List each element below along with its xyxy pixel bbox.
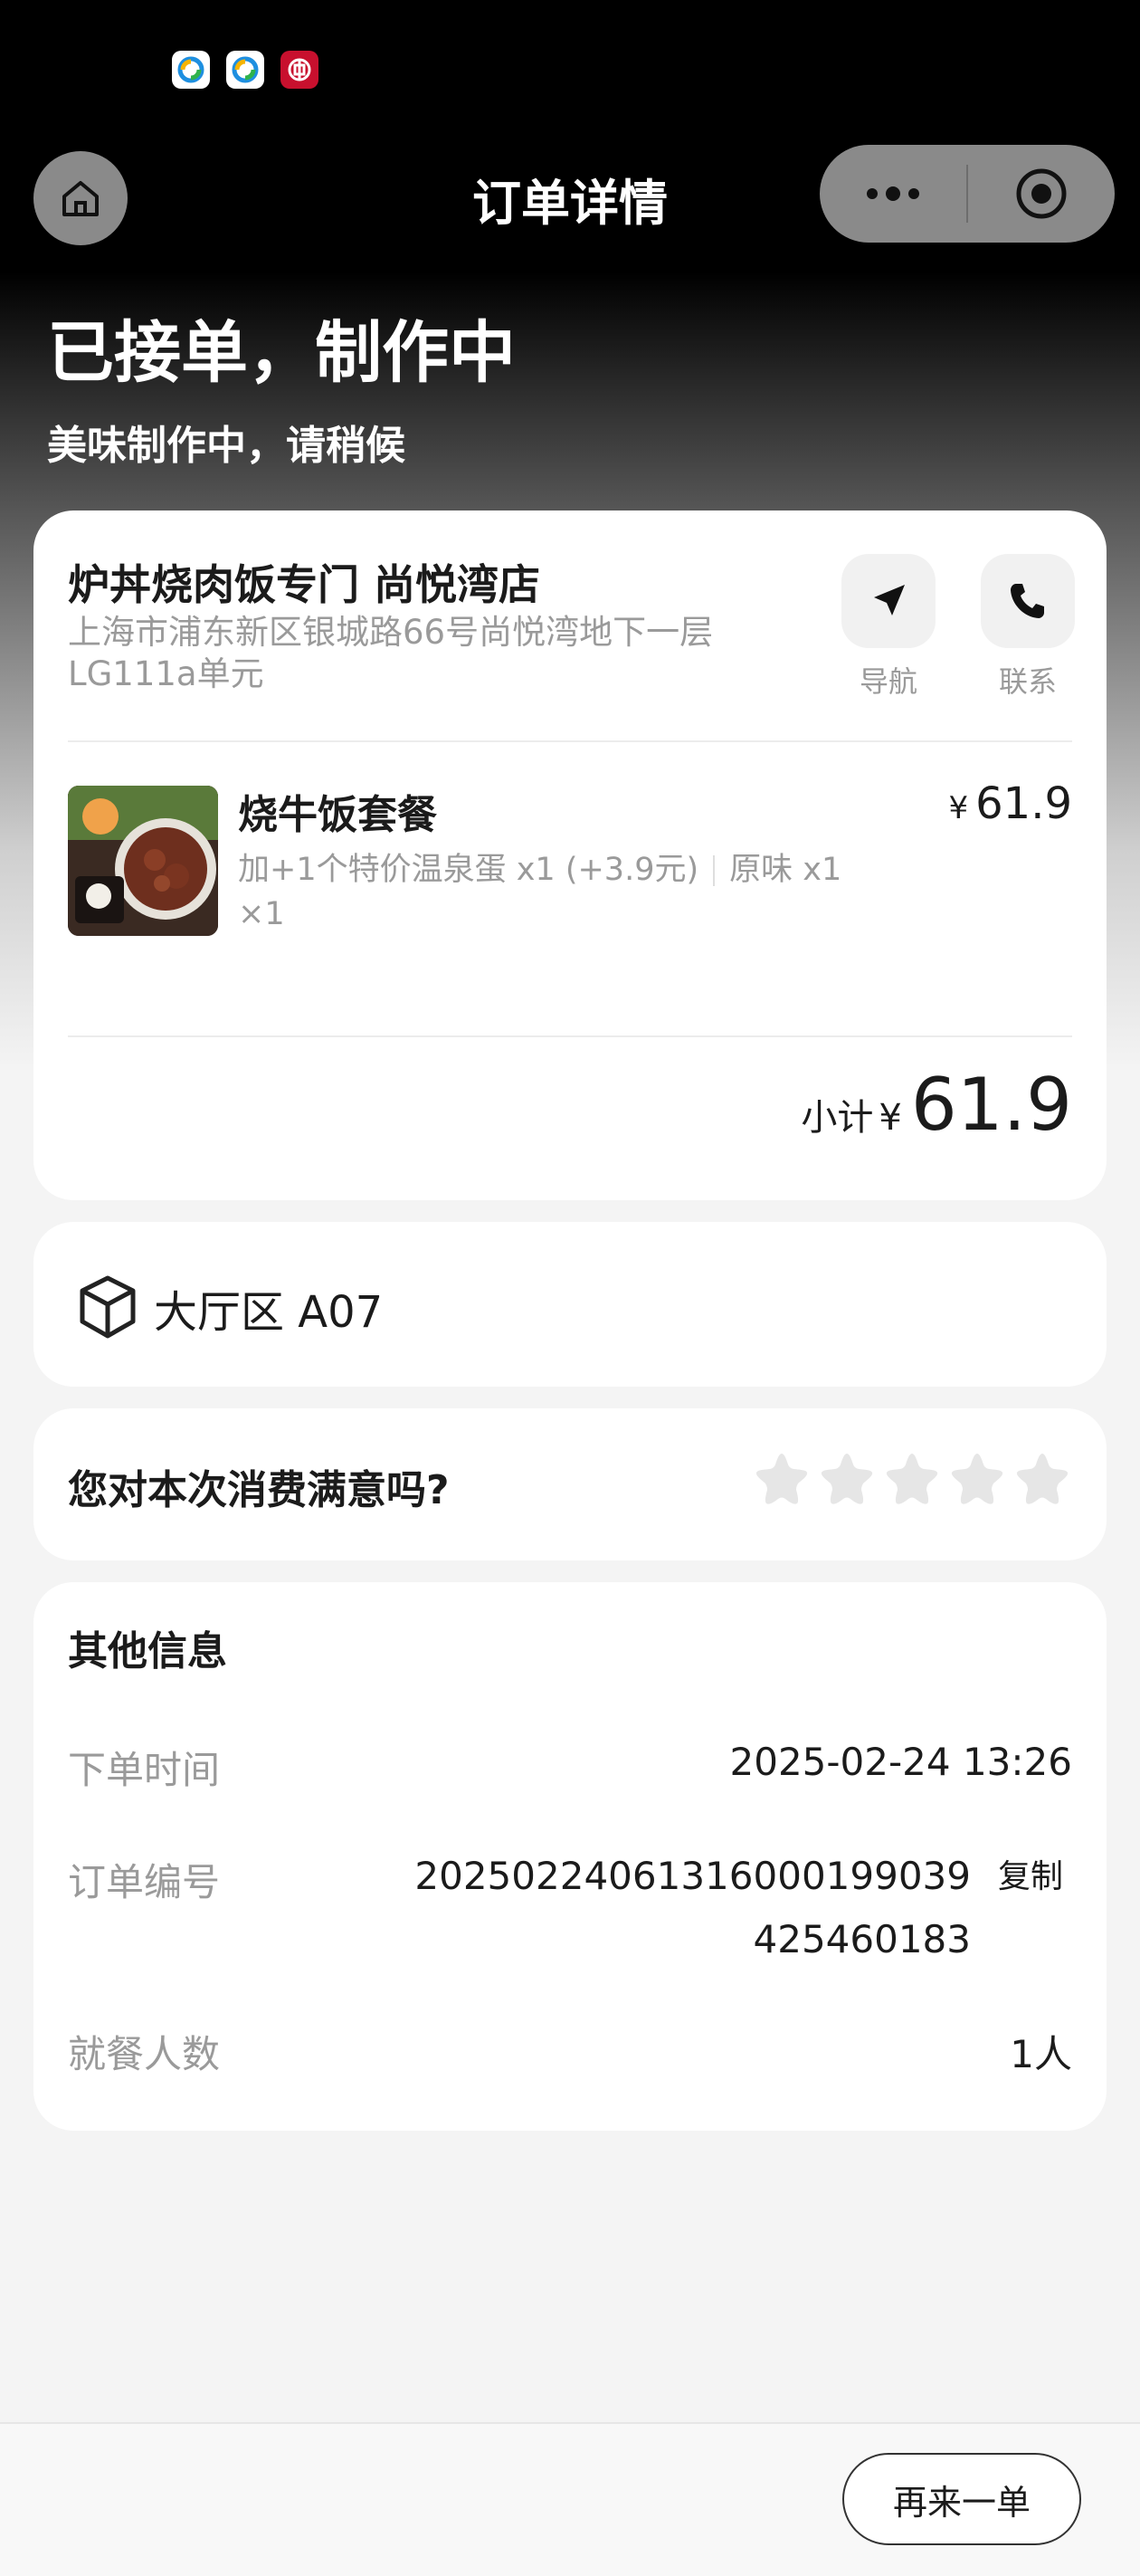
order-card: 炉丼烧肉饭专门 尚悦湾店 上海市浦东新区银城路66号尚悦湾地下一层LG111a单… — [33, 510, 1107, 1200]
target-close-icon — [1016, 168, 1067, 219]
contact-button[interactable]: 联系 — [981, 554, 1075, 701]
star-icon[interactable] — [819, 1450, 875, 1506]
mini-program-capsule — [820, 145, 1115, 243]
divider — [68, 1035, 1072, 1037]
subtotal: 小计 ¥ 61.9 — [801, 1063, 1072, 1147]
star-icon[interactable] — [949, 1450, 1005, 1506]
navigate-button-circle — [841, 554, 936, 648]
order-number-value: 20250224061316000199039425460183 — [414, 1854, 971, 1961]
item-price-value: 61.9 — [975, 778, 1072, 829]
table-card: 大厅区 A07 — [33, 1222, 1107, 1387]
app-notification-icon — [172, 51, 210, 89]
star-rating — [754, 1450, 1070, 1506]
bottom-action-bar: 再来一单 — [0, 2422, 1140, 2576]
currency-symbol: ¥ — [948, 790, 969, 826]
divider — [68, 740, 1072, 742]
more-button[interactable] — [820, 145, 966, 243]
order-time-label: 下单时间 — [68, 1748, 221, 1792]
order-time-value: 2025-02-24 13:26 — [729, 1740, 1072, 1784]
item-options: 加+1个特价温泉蛋 x1 (+3.9元) 原味 x1 — [238, 844, 841, 890]
navigate-label: 导航 — [859, 664, 917, 699]
star-icon[interactable] — [1014, 1450, 1070, 1506]
currency-symbol: ¥ — [879, 1097, 902, 1139]
navigation-arrow-icon — [874, 585, 905, 615]
item-price: ¥61.9 — [948, 778, 1072, 829]
table-number: 大厅区 A07 — [154, 1287, 384, 1338]
rating-card: 您对本次消费满意吗? — [33, 1408, 1107, 1560]
other-info-title: 其他信息 — [68, 1628, 227, 1674]
item-image — [68, 786, 218, 936]
reorder-button[interactable]: 再来一单 — [842, 2453, 1081, 2545]
phone-icon — [1011, 584, 1044, 618]
item-name: 烧牛饭套餐 — [238, 792, 437, 838]
store-address: 上海市浦东新区银城路66号尚悦湾地下一层LG111a单元 — [68, 613, 714, 693]
copy-order-number-button[interactable]: 复制 — [998, 1850, 1063, 1897]
contact-label: 联系 — [998, 664, 1057, 699]
item-quantity: ×1 — [238, 896, 285, 932]
order-status-title: 已接单，制作中 — [47, 314, 516, 392]
item-option: 加+1个特价温泉蛋 x1 (+3.9元) — [238, 852, 699, 888]
order-number-label: 订单编号 — [68, 1860, 221, 1904]
option-separator — [713, 855, 716, 886]
diners-label: 就餐人数 — [68, 2032, 221, 2076]
rating-question: 您对本次消费满意吗? — [68, 1467, 450, 1513]
subtotal-value: 61.9 — [910, 1063, 1072, 1147]
status-bar — [172, 51, 318, 89]
diners-value: 1人 — [1010, 2032, 1072, 2076]
other-info-card: 其他信息 下单时间 2025-02-24 13:26 订单编号 20250224… — [33, 1582, 1107, 2131]
bank-app-notification-icon — [280, 51, 318, 89]
subtotal-label: 小计 — [801, 1097, 874, 1139]
store-name: 炉丼烧肉饭专门 尚悦湾店 — [68, 560, 541, 609]
contact-button-circle — [981, 554, 1075, 648]
close-mini-program-button[interactable] — [968, 145, 1115, 243]
box-icon — [80, 1275, 136, 1339]
star-icon[interactable] — [884, 1450, 940, 1506]
more-dots-icon — [867, 186, 919, 201]
star-icon[interactable] — [754, 1450, 810, 1506]
navigate-button[interactable]: 导航 — [841, 554, 936, 701]
app-notification-icon — [226, 51, 264, 89]
order-status-subtitle: 美味制作中，请稍候 — [47, 423, 405, 469]
item-option: 原味 x1 — [729, 852, 842, 888]
